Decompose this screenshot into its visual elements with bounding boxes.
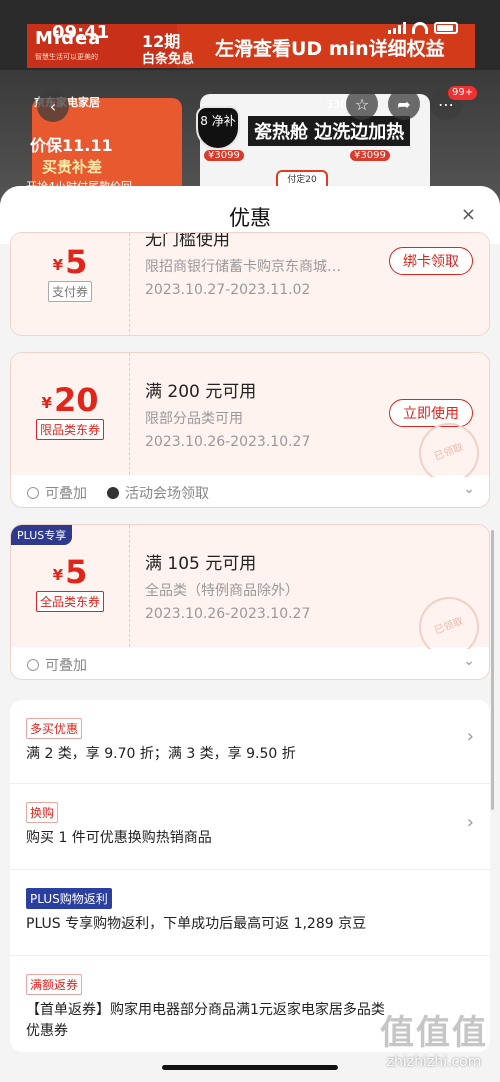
heater-slogan: 瓷热舱 边洗边加热 [248, 116, 411, 146]
promo-line2: 买贵补差 [42, 158, 103, 176]
coupon-date: 2023.10.27-2023.11.02 [145, 282, 311, 298]
coupon-date: 2023.10.26-2023.10.27 [145, 606, 311, 622]
coupon-amount: ¥5 [52, 243, 88, 281]
star-icon[interactable]: ☆ [346, 88, 378, 120]
use-now-button[interactable]: 立即使用 [389, 399, 473, 427]
price-tag-left: ¥3099 [204, 150, 244, 161]
promo-line1: 价保11.11 [30, 136, 113, 155]
plus-exclusive-tag: PLUS专享 [11, 525, 73, 545]
watermark: 值值值 zhizhizhi.com [380, 1005, 488, 1070]
promo-text: PLUS 专享购物返利，下单成功后最高可返 1,289 京豆 [26, 916, 367, 932]
chevron-down-icon[interactable]: ⌄ [463, 653, 475, 669]
divider [129, 233, 130, 335]
back-icon[interactable]: ‹ [37, 90, 69, 122]
coupon-title: 满 200 元可用 [145, 382, 257, 402]
coupon-desc: 限招商银行储蓄卡购京东商城… [145, 259, 341, 275]
coupon-desc: 全品类（特例商品除外） [145, 583, 299, 599]
model-number: 330 [326, 98, 347, 111]
source-note: 活动会场领取 [107, 483, 209, 503]
promo-tag: 多买优惠 [26, 718, 83, 739]
price-tag-right: ¥3099 [350, 150, 390, 161]
coupon-value: ¥20 限品类东券 [11, 381, 129, 440]
divider [129, 353, 130, 475]
coupon-desc: 限部分品类可用 [145, 411, 243, 427]
battery-icon [434, 22, 458, 34]
list-item[interactable]: PLUS购物返利 PLUS 专享购物返利，下单成功后最高可返 1,289 京豆 [10, 870, 490, 956]
chevron-down-icon[interactable]: ⌄ [463, 481, 475, 497]
list-item[interactable]: 换购 购买 1 件可优惠换购热销商品 › [10, 784, 490, 870]
stackable-note: 可叠加 [27, 483, 87, 503]
coupon-value: ¥5 全品类东券 [11, 553, 129, 612]
coupon-info: 满 105 元可用 全品类（特例商品除外） 2023.10.26-2023.10… [145, 549, 310, 622]
promotion-list: 多买优惠 满 2 类，享 9.70 折；满 3 类，享 9.50 折 › 换购 … [10, 700, 490, 1052]
promo-tag: 换购 [26, 802, 59, 823]
chevron-right-icon[interactable]: › [467, 726, 474, 747]
promo-text: 购买 1 件可优惠换购热销商品 [26, 830, 212, 846]
coupon-footer[interactable]: 可叠加 ⌄ [11, 649, 489, 679]
coupon-card: ¥5 支付券 无门槛使用 限招商银行储蓄卡购京东商城… 2023.10.27-2… [10, 232, 490, 336]
promo-text: 【首单返券】购家用电器部分商品满1元返家电家居多品类优惠券 [26, 1002, 385, 1039]
sheet-title: 优惠 [229, 206, 271, 230]
promo-text: 满 2 类，享 9.70 折；满 3 类，享 9.50 折 [26, 746, 296, 762]
signal-icon [388, 22, 406, 34]
coupon-title: 满 105 元可用 [145, 554, 257, 574]
stack-icon [27, 487, 39, 499]
stackable-note: 可叠加 [27, 655, 87, 675]
promo-tag: 满额返券 [26, 974, 83, 995]
ad-headline: 左滑查看UD min详细权益 [215, 38, 445, 60]
close-icon[interactable]: × [461, 204, 476, 225]
list-item[interactable]: 多买优惠 满 2 类，享 9.70 折；满 3 类，享 9.50 折 › [10, 700, 490, 784]
share-icon[interactable]: ➦ [388, 88, 420, 120]
bind-card-button[interactable]: 绑卡领取 [389, 247, 473, 275]
status-icons [388, 22, 458, 34]
watermark-logo: 值值值 [380, 1013, 488, 1053]
coupon-info: 满 200 元可用 限部分品类可用 2023.10.26-2023.10.27 [145, 377, 310, 450]
home-indicator[interactable] [162, 1065, 338, 1070]
watermark-url: zhizhizhi.com [386, 1054, 482, 1070]
coupon-date: 2023.10.26-2023.10.27 [145, 434, 311, 450]
coupon-type-tag: 全品类东券 [35, 591, 104, 612]
coupon-footer[interactable]: 可叠加 活动会场领取 ⌄ [11, 477, 489, 507]
divider [129, 525, 130, 647]
deposit-label: 付定20 [287, 175, 317, 185]
installment-line2: 白条免息 [142, 52, 195, 67]
promo-tag: PLUS购物返利 [26, 888, 112, 909]
coupon-card: PLUS专享 ¥5 全品类东券 满 105 元可用 全品类（特例商品除外） 20… [10, 524, 490, 680]
coupon-type-tag: 支付券 [47, 281, 92, 302]
stack-icon [27, 659, 39, 671]
coupon-title: 无门槛使用 [145, 232, 230, 250]
coupon-card: ¥20 限品类东券 满 200 元可用 限部分品类可用 2023.10.26-2… [10, 352, 490, 508]
notification-badge: 99+ [448, 86, 478, 100]
chevron-right-icon[interactable]: › [467, 812, 474, 833]
coupon-info: 无门槛使用 限招商银行储蓄卡购京东商城… 2023.10.27-2023.11.… [145, 232, 341, 298]
scrollbar[interactable] [491, 530, 494, 810]
venue-icon [107, 487, 119, 499]
discount-sheet: 优惠 × ¥5 支付券 无门槛使用 限招商银行储蓄卡购京东商城… 2023.10… [0, 186, 500, 1082]
subsidy-badge: 8 净补 [196, 106, 240, 150]
coupon-value: ¥5 支付券 [11, 243, 129, 302]
coupon-amount: ¥20 [41, 381, 99, 419]
status-time: 09:41 [52, 22, 110, 43]
brand-slogan: 智慧生活可以更美的 [35, 53, 98, 61]
coupon-amount: ¥5 [52, 553, 88, 591]
wifi-icon [412, 22, 428, 34]
coupon-type-tag: 限品类东券 [35, 419, 104, 440]
